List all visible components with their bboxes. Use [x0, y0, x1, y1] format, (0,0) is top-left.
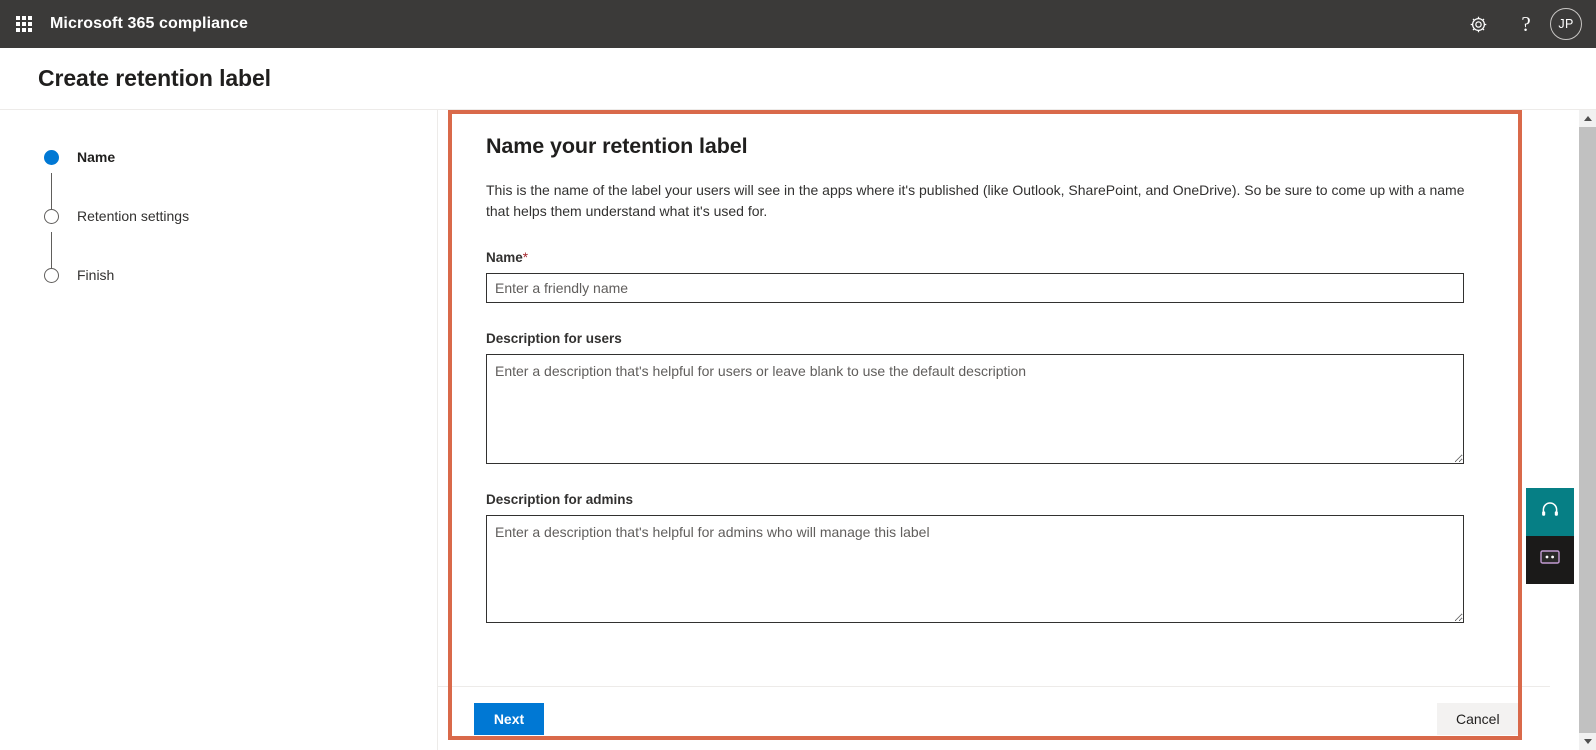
- page-header: Create retention label: [0, 48, 1596, 110]
- avatar[interactable]: JP: [1550, 8, 1582, 40]
- wizard-step-name[interactable]: Name: [44, 147, 437, 167]
- floating-widgets: [1526, 488, 1574, 584]
- wizard-connector-2: [51, 232, 52, 269]
- support-widget-button[interactable]: [1526, 488, 1574, 536]
- admin-description-field-block: Description for admins: [486, 492, 1510, 623]
- feedback-chat-icon: [1540, 549, 1560, 571]
- next-button[interactable]: Next: [474, 703, 544, 735]
- required-asterisk: *: [522, 250, 529, 265]
- user-description-field-block: Description for users: [486, 331, 1510, 464]
- wizard-step-label: Name: [77, 149, 116, 165]
- wizard-connector-1: [51, 173, 52, 210]
- wizard-step-finish[interactable]: Finish: [44, 265, 437, 285]
- feedback-widget-button[interactable]: [1526, 536, 1574, 584]
- form-heading: Name your retention label: [486, 134, 748, 158]
- page-title: Create retention label: [38, 65, 271, 91]
- question-mark-icon: ?: [1521, 11, 1531, 36]
- name-field-label: Name*: [486, 250, 1510, 265]
- page-scrollbar[interactable]: [1579, 110, 1596, 750]
- scrollbar-up-button[interactable]: [1579, 110, 1596, 127]
- admin-description-textarea[interactable]: [486, 515, 1464, 623]
- chevron-up-icon: [1583, 116, 1592, 121]
- scrollbar-down-button[interactable]: [1579, 733, 1596, 750]
- suite-title: Microsoft 365 compliance: [50, 15, 249, 32]
- name-label-text: Name: [486, 250, 523, 265]
- cancel-button[interactable]: Cancel: [1437, 703, 1519, 735]
- wizard-nav: Name Retention settings Finish: [0, 110, 438, 750]
- scrollbar-thumb[interactable]: [1579, 127, 1596, 733]
- body: Name Retention settings Finish Name your…: [0, 110, 1596, 750]
- form-content: Name your retention label This is the na…: [438, 110, 1550, 686]
- waffle-icon: [16, 16, 32, 32]
- step-dot-inactive-icon: [44, 208, 59, 224]
- wizard-step-label: Finish: [77, 267, 115, 283]
- help-button[interactable]: ?: [1502, 0, 1550, 48]
- admin-description-label: Description for admins: [486, 492, 634, 507]
- form-intro-text: This is the name of the label your users…: [486, 182, 1465, 219]
- suite-bar: Microsoft 365 compliance ? JP: [0, 0, 1596, 48]
- app-launcher-button[interactable]: [0, 0, 48, 48]
- name-field-block: Name*: [486, 250, 1510, 303]
- settings-button[interactable]: [1454, 0, 1502, 48]
- wizard-step-retention-settings[interactable]: Retention settings: [44, 206, 437, 226]
- suite-bar-actions: ? JP: [1454, 0, 1596, 48]
- user-description-label: Description for users: [486, 331, 622, 346]
- gear-icon: [1469, 15, 1488, 34]
- name-input[interactable]: [486, 273, 1464, 303]
- user-description-textarea[interactable]: [486, 354, 1464, 464]
- chevron-down-icon: [1583, 739, 1592, 744]
- step-dot-inactive-icon: [44, 267, 59, 283]
- wizard-step-label: Retention settings: [77, 208, 190, 224]
- main-panel: Name your retention label This is the na…: [438, 110, 1596, 750]
- headset-icon: [1540, 500, 1560, 525]
- form-footer: Next Cancel: [438, 686, 1550, 750]
- step-dot-active-icon: [44, 149, 59, 165]
